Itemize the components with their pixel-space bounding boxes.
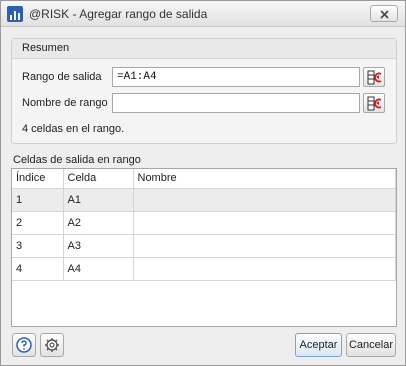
name-label: Nombre de rango (22, 97, 108, 109)
window-title: @RISK - Agregar rango de salida (29, 7, 208, 21)
settings-icon (45, 338, 59, 352)
title-bar[interactable]: @RISK - Agregar rango de salida (1, 1, 405, 27)
table-header-row: Índice Celda Nombre (12, 169, 396, 189)
close-icon (380, 10, 389, 19)
dialog-window: @RISK - Agregar rango de salida Resumen … (0, 0, 406, 366)
cells-section-label: Celdas de salida en rango (13, 154, 141, 166)
cell-ref-cell: A1 (63, 188, 134, 212)
cell-ref-cell: A3 (63, 234, 134, 258)
accept-button[interactable]: Aceptar (295, 333, 342, 357)
name-ref-button[interactable] (363, 93, 385, 113)
name-cell[interactable] (133, 234, 396, 258)
table-row[interactable]: 2 A2 (12, 211, 396, 235)
range-label: Rango de salida (22, 71, 102, 83)
range-input[interactable]: =A1:A4 (112, 67, 360, 87)
table-row[interactable]: 1 A1 (12, 188, 396, 212)
cell-reference-picker-icon (367, 70, 382, 85)
cell-count-text: 4 celdas en el rango. (22, 123, 125, 135)
cell-reference-picker-icon (367, 96, 382, 111)
help-button[interactable] (12, 333, 36, 357)
cells-table[interactable]: Índice Celda Nombre 1 A1 2 A2 3 A3 4 A4 (11, 168, 397, 327)
close-button[interactable] (370, 5, 398, 22)
index-cell: 3 (12, 234, 64, 258)
column-header-cell[interactable]: Celda (63, 169, 134, 189)
settings-button[interactable] (40, 333, 64, 357)
name-cell[interactable] (133, 211, 396, 235)
cell-ref-cell: A2 (63, 211, 134, 235)
cell-ref-cell: A4 (63, 257, 134, 281)
risk-chart-icon (7, 6, 23, 22)
name-cell[interactable] (133, 257, 396, 281)
name-cell[interactable] (133, 188, 396, 212)
help-icon (16, 337, 32, 353)
column-header-index[interactable]: Índice (12, 169, 64, 189)
table-row[interactable]: 3 A3 (12, 234, 396, 258)
range-ref-button[interactable] (363, 67, 385, 87)
name-input[interactable] (112, 93, 360, 113)
index-cell: 4 (12, 257, 64, 281)
column-header-name[interactable]: Nombre (133, 169, 396, 189)
summary-header: Resumen (12, 39, 396, 59)
index-cell: 2 (12, 211, 64, 235)
index-cell: 1 (12, 188, 64, 212)
cancel-button[interactable]: Cancelar (346, 333, 396, 357)
table-row[interactable]: 4 A4 (12, 257, 396, 281)
summary-group: Resumen Rango de salida =A1:A4 Nombre de… (11, 38, 397, 144)
